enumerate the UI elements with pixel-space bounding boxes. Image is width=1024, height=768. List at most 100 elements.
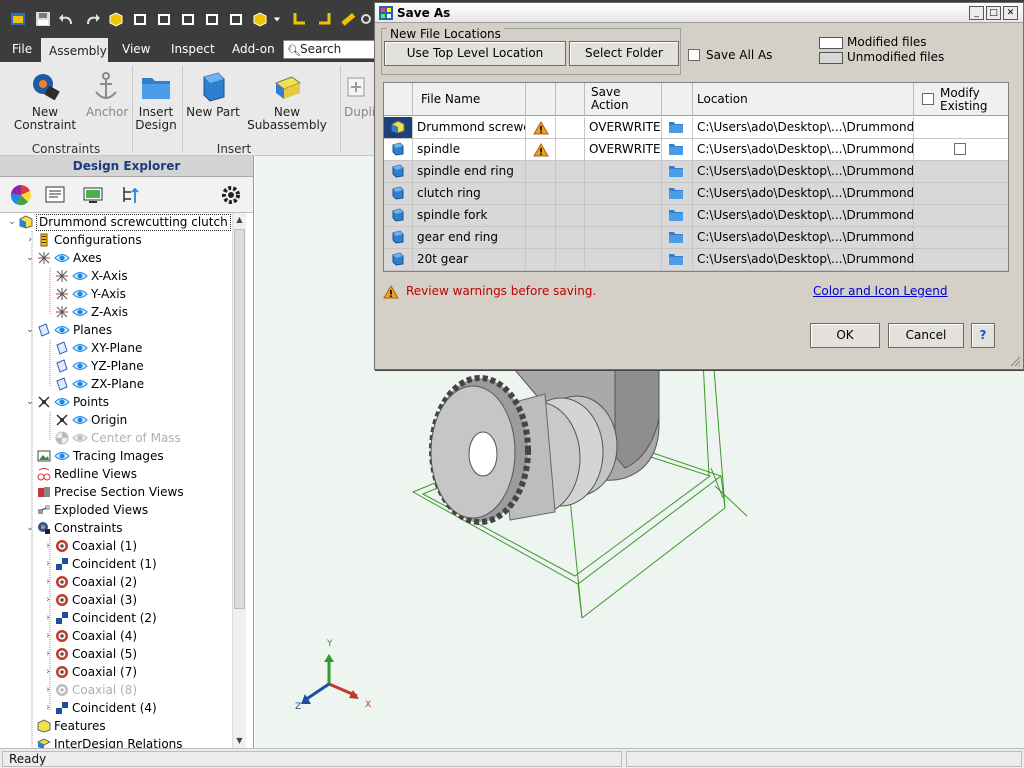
expand-chevron-icon[interactable]: › — [42, 609, 54, 627]
tree-node-origin[interactable]: Origin — [42, 411, 127, 429]
row-save-action-cell[interactable] — [585, 249, 662, 270]
tree-node-coaxial-5[interactable]: › Coaxial (5) — [42, 645, 137, 663]
row-location-cell[interactable]: C:\Users\ado\Desktop\...\Drummond clutch — [693, 227, 914, 248]
collapse-chevron-icon[interactable]: ⌄ — [24, 249, 36, 267]
row-browse-folder-cell[interactable] — [662, 117, 693, 138]
tree-node-points[interactable]: ⌄ Points — [24, 393, 109, 411]
tree-node-configurations[interactable]: › Configurations — [24, 231, 141, 249]
tree-node-interdesign-relations[interactable]: InterDesign Relations — [24, 735, 183, 748]
tree-vertical-scrollbar[interactable]: ▲ ▼ — [232, 213, 246, 748]
new-subassembly-button[interactable]: New Subassembly — [240, 68, 334, 132]
view-back-icon[interactable] — [154, 9, 174, 29]
maximize-icon[interactable]: □ — [986, 6, 1001, 20]
arrow-down-left-icon[interactable] — [290, 9, 310, 29]
scroll-down-icon[interactable]: ▼ — [233, 734, 246, 748]
expand-chevron-icon[interactable]: › — [42, 663, 54, 681]
column-header-icon[interactable] — [384, 83, 413, 116]
row-file-name-cell[interactable]: gear end ring — [413, 227, 526, 248]
row-location-cell[interactable]: C:\Users\ado\Desktop\...\Drummond clutch — [693, 139, 914, 160]
tree-node-redline-views[interactable]: Redline Views — [24, 465, 137, 483]
row-location-cell[interactable]: C:\Users\ado\Desktop\...\Drummond clutch — [693, 249, 914, 270]
row-location-cell[interactable]: C:\Users\ado\Desktop\...\Drummond clutch — [693, 117, 914, 138]
new-part-button[interactable]: New Part — [186, 68, 240, 119]
visibility-eye-icon[interactable] — [72, 270, 91, 282]
expand-chevron-icon[interactable]: › — [42, 645, 54, 663]
view-top-icon[interactable] — [226, 9, 246, 29]
collapse-chevron-icon[interactable]: ⌄ — [6, 213, 18, 231]
visibility-eye-icon[interactable] — [54, 252, 73, 264]
file-row[interactable]: spindle end ring C:\Users\ado\Desktop\...… — [384, 161, 1008, 183]
properties-icon[interactable] — [42, 183, 68, 207]
new-constraint-button[interactable]: New Constraint — [6, 68, 84, 132]
tree-node-coincident-1[interactable]: › Coincident (1) — [42, 555, 157, 573]
tree-node-coaxial-3[interactable]: › Coaxial (3) — [42, 591, 137, 609]
color-and-icon-legend-link[interactable]: Color and Icon Legend — [813, 284, 948, 298]
file-row[interactable]: clutch ring C:\Users\ado\Desktop\...\Drum… — [384, 183, 1008, 205]
tree-node-axes[interactable]: ⌄ Axes — [24, 249, 101, 267]
expand-chevron-icon[interactable]: › — [42, 555, 54, 573]
tab-view[interactable]: View — [114, 38, 158, 62]
row-save-action-cell[interactable] — [585, 161, 662, 182]
visibility-eye-icon[interactable] — [72, 432, 91, 444]
tree-node-coaxial-8[interactable]: › Coaxial (8) — [42, 681, 137, 699]
row-file-name-cell[interactable]: spindle end ring — [413, 161, 526, 182]
ok-button[interactable]: OK — [810, 323, 880, 348]
search-box[interactable]: 🔍︎ Search — [283, 40, 383, 59]
settings-gear-icon[interactable] — [218, 183, 244, 207]
save-all-as-checkbox[interactable] — [688, 49, 700, 61]
tree-node-root[interactable]: ⌄ Drummond screwcutting clutch — [6, 213, 231, 231]
tree-node-exploded-views[interactable]: Exploded Views — [24, 501, 148, 519]
display-icon[interactable] — [80, 183, 106, 207]
row-browse-folder-cell[interactable] — [662, 139, 693, 160]
tree-node-y-axis[interactable]: Y-Axis — [42, 285, 126, 303]
column-header-blank[interactable] — [556, 83, 585, 116]
row-browse-folder-cell[interactable] — [662, 205, 693, 226]
insert-design-button[interactable]: Insert Design — [134, 68, 178, 132]
row-browse-folder-cell[interactable] — [662, 161, 693, 182]
column-header-folder[interactable] — [662, 83, 693, 116]
tree-structure-icon[interactable] — [118, 183, 144, 207]
qat-dropdown-icon[interactable] — [270, 9, 284, 29]
save-icon[interactable] — [33, 9, 53, 29]
view-front-icon[interactable] — [130, 9, 150, 29]
qat-overflow-icon[interactable] — [360, 9, 372, 29]
visibility-eye-icon[interactable] — [72, 288, 91, 300]
tab-file[interactable]: File — [4, 38, 40, 62]
tree-node-coincident-4[interactable]: › Coincident (4) — [42, 699, 157, 717]
file-row[interactable]: gear end ring C:\Users\ado\Desktop\...\Dr… — [384, 227, 1008, 249]
tree-node-coaxial-1[interactable]: › Coaxial (1) — [42, 537, 137, 555]
visibility-eye-icon[interactable] — [54, 324, 73, 336]
expand-chevron-icon[interactable]: › — [42, 699, 54, 717]
visibility-eye-icon[interactable] — [72, 378, 91, 390]
view-right-icon[interactable] — [202, 9, 222, 29]
row-save-action-cell[interactable]: OVERWRITE — [585, 117, 662, 138]
tree-node-constraints[interactable]: ⌄ Constraints — [24, 519, 122, 537]
collapse-chevron-icon[interactable]: ⌄ — [24, 393, 36, 411]
row-location-cell[interactable]: C:\Users\ado\Desktop\...\Drummond clutch — [693, 205, 914, 226]
duplicate-button[interactable]: Duplic — [344, 68, 382, 119]
file-row[interactable]: spindle OVERWRITE C:\Users\ado\Desktop\...… — [384, 139, 1008, 161]
cancel-button[interactable]: Cancel — [888, 323, 964, 348]
tree-node-x-axis[interactable]: X-Axis — [42, 267, 128, 285]
expand-chevron-icon[interactable]: › — [42, 591, 54, 609]
tree-node-features[interactable]: Features — [24, 717, 106, 735]
minimize-icon[interactable]: _ — [969, 6, 984, 20]
scroll-thumb[interactable] — [234, 229, 245, 609]
use-top-level-location-button[interactable]: Use Top Level Location — [384, 41, 566, 66]
row-save-action-cell[interactable] — [585, 227, 662, 248]
tree-node-coincident-2[interactable]: › Coincident (2) — [42, 609, 157, 627]
select-folder-button[interactable]: Select Folder — [569, 41, 679, 66]
resize-grip-icon[interactable] — [1009, 355, 1021, 367]
column-header-file-name[interactable]: File Name — [413, 83, 526, 116]
scroll-up-icon[interactable]: ▲ — [233, 213, 246, 227]
tree-node-tracing-images[interactable]: Tracing Images — [24, 447, 164, 465]
row-location-cell[interactable]: C:\Users\ado\Desktop\...\Drummond clutch — [693, 161, 914, 182]
row-browse-folder-cell[interactable] — [662, 183, 693, 204]
expand-chevron-icon[interactable]: › — [42, 627, 54, 645]
collapse-chevron-icon[interactable]: ⌄ — [24, 321, 36, 339]
tree-node-yz-plane[interactable]: YZ-Plane — [42, 357, 144, 375]
tab-inspect[interactable]: Inspect — [163, 38, 223, 62]
tree-node-xy-plane[interactable]: XY-Plane — [42, 339, 142, 357]
modify-existing-header-checkbox[interactable] — [922, 93, 934, 105]
tree-node-z-axis[interactable]: Z-Axis — [42, 303, 128, 321]
